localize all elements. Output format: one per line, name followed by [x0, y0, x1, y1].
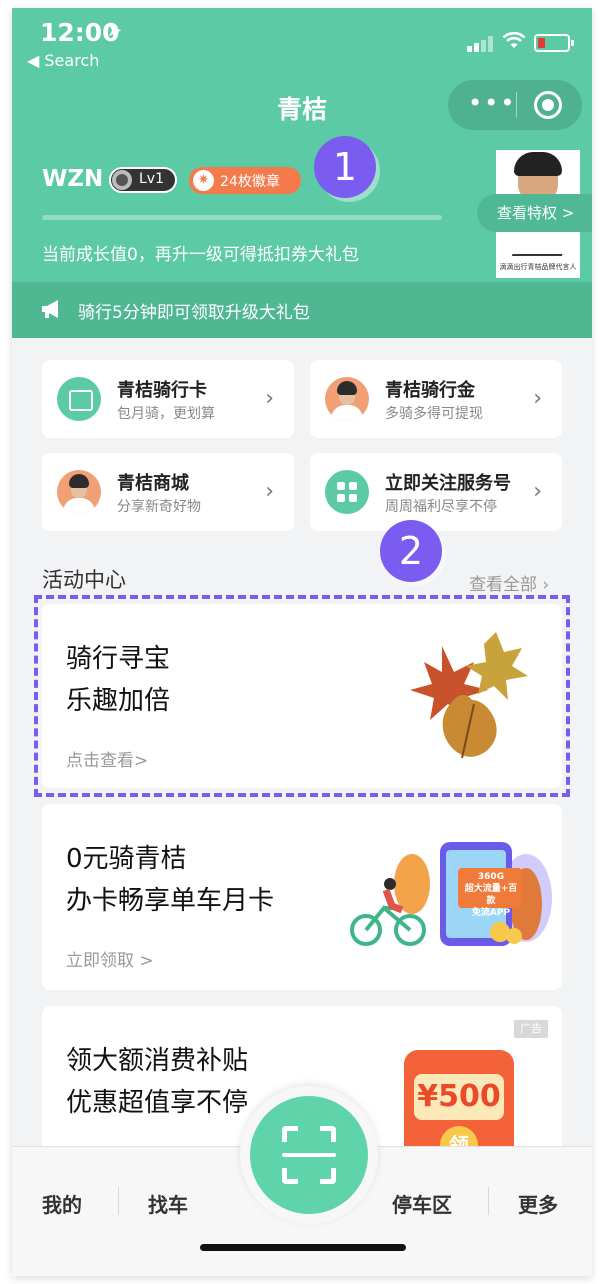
home-indicator [200, 1244, 406, 1251]
red-envelope-icon: ¥500 领 [404, 1050, 514, 1164]
grid-card-mall[interactable]: 青桔商城 分享新奇好物 › [42, 453, 294, 531]
level-label: Lv1 [139, 171, 164, 187]
promo-phone-text: 360G 超大流量+百款 免流APP [462, 871, 520, 919]
level-badge[interactable]: Lv1 [109, 167, 177, 193]
promo-line-3: 免流APP [471, 908, 511, 918]
card-icon [57, 377, 101, 421]
callout-marker-2: 2 [380, 520, 442, 582]
promo-line-1: 360G [477, 872, 505, 882]
activity-card-link[interactable]: 立即领取 > [66, 946, 154, 971]
grid-card-riding-gold[interactable]: 青桔骑行金 多骑多得可提现 › [310, 360, 562, 438]
view-privileges-label: 查看特权 [497, 204, 558, 222]
back-to-search-link[interactable]: ◀ Search [27, 51, 99, 70]
chevron-right-icon: > [561, 204, 575, 222]
view-all-link[interactable]: 查看全部 › [469, 570, 549, 595]
header: 12:00 ➤ ◀ Search 青桔 ••• WZN Lv1 ✷ 24枚徽章 … [12, 8, 592, 338]
tab-more[interactable]: 更多 [518, 1189, 558, 1218]
notice-bar[interactable]: 骑行5分钟即可领取升级大礼包 [12, 282, 592, 338]
medal-badge[interactable]: ✷ 24枚徽章 [189, 167, 301, 194]
view-all-label: 查看全部 [469, 575, 537, 595]
tab-separator [118, 1187, 119, 1215]
miniprogram-capsule: ••• [448, 80, 582, 130]
chevron-right-icon: › [265, 386, 274, 411]
chevron-right-icon: › [542, 575, 550, 595]
envelope-amount: ¥500 [414, 1074, 504, 1120]
medal-count: 24枚徽章 [220, 174, 280, 190]
chevron-right-icon: › [533, 479, 542, 504]
scan-corner-icon [282, 1126, 298, 1142]
medal-star-icon: ✷ [193, 170, 214, 191]
scan-line-icon [282, 1153, 336, 1157]
scan-button[interactable] [250, 1096, 368, 1214]
apps-icon [325, 470, 369, 514]
scan-corner-icon [282, 1168, 298, 1184]
avatar-icon [325, 377, 369, 421]
more-dots-icon[interactable]: ••• [468, 90, 514, 120]
cellular-signal-icon [467, 36, 495, 52]
grid-card-subtitle: 周周福利尽享不停 [385, 499, 497, 515]
grid-card-title: 立即关注服务号 [385, 473, 511, 494]
grid-card-subtitle: 包月骑，更划算 [117, 406, 215, 422]
callout-marker-1: 1 [314, 136, 376, 198]
ambassador-caption: 滴滴出行青桔品牌代言人 [499, 263, 577, 271]
avatar-icon [57, 470, 101, 514]
battery-icon [534, 34, 574, 52]
tab-mine[interactable]: 我的 [42, 1189, 82, 1218]
grid-card-title: 青桔骑行卡 [117, 380, 207, 401]
user-name: WZN [42, 166, 104, 192]
view-privileges-button[interactable]: 查看特权 > [477, 194, 592, 232]
grid-card-subtitle: 分享新奇好物 [117, 499, 201, 515]
chevron-right-icon: › [265, 479, 274, 504]
ambassador-hair [514, 152, 562, 176]
tab-separator [488, 1187, 489, 1215]
notice-text: 骑行5分钟即可领取升级大礼包 [78, 303, 310, 323]
phone-screen: 12:00 ➤ ◀ Search 青桔 ••• WZN Lv1 ✷ 24枚徽章 … [12, 8, 592, 1276]
signature-icon [511, 244, 567, 256]
tab-parking[interactable]: 停车区 [392, 1189, 452, 1218]
grid-card-title: 青桔骑行金 [385, 380, 475, 401]
promo-line-2: 超大流量+百款 [464, 884, 518, 906]
grid-card-riding-card[interactable]: 青桔骑行卡 包月骑，更划算 › [42, 360, 294, 438]
ad-tag: 广告 [514, 1020, 548, 1038]
grid-card-follow-service[interactable]: 立即关注服务号 周周福利尽享不停 › [310, 453, 562, 531]
growth-text: 当前成长值0，再升一级可得抵扣券大礼包 [42, 245, 359, 265]
target-icon[interactable] [534, 91, 562, 119]
megaphone-icon [42, 300, 58, 318]
activity-card-line2: 优惠超值享不停 [66, 1088, 249, 1118]
activity-card-line1: 0元骑青桔 [66, 844, 187, 874]
status-bar: 12:00 ➤ ◀ Search [12, 8, 592, 78]
wifi-icon [502, 31, 526, 48]
activity-section-title: 活动中心 [42, 568, 126, 592]
highlight-frame [34, 595, 570, 797]
chevron-right-icon: › [533, 386, 542, 411]
location-arrow-icon: ➤ [107, 20, 123, 41]
cyclist-phone-illustration [350, 842, 552, 946]
grid-card-title: 青桔商城 [117, 473, 189, 494]
tab-find-bike[interactable]: 找车 [148, 1189, 188, 1218]
capsule-divider [516, 92, 517, 118]
activity-card-line2: 办卡畅享单车月卡 [66, 886, 275, 916]
growth-progress-bar [42, 215, 442, 220]
level-ring-icon [112, 170, 132, 190]
scan-corner-icon [320, 1126, 336, 1142]
grid-card-subtitle: 多骑多得可提现 [385, 406, 483, 422]
scan-corner-icon [320, 1168, 336, 1184]
activity-card-line1: 领大额消费补贴 [66, 1046, 249, 1076]
activity-card-free-ride[interactable]: 0元骑青桔 办卡畅享单车月卡 立即领取 > 360G 超大流量+百款 免流APP [42, 804, 562, 990]
